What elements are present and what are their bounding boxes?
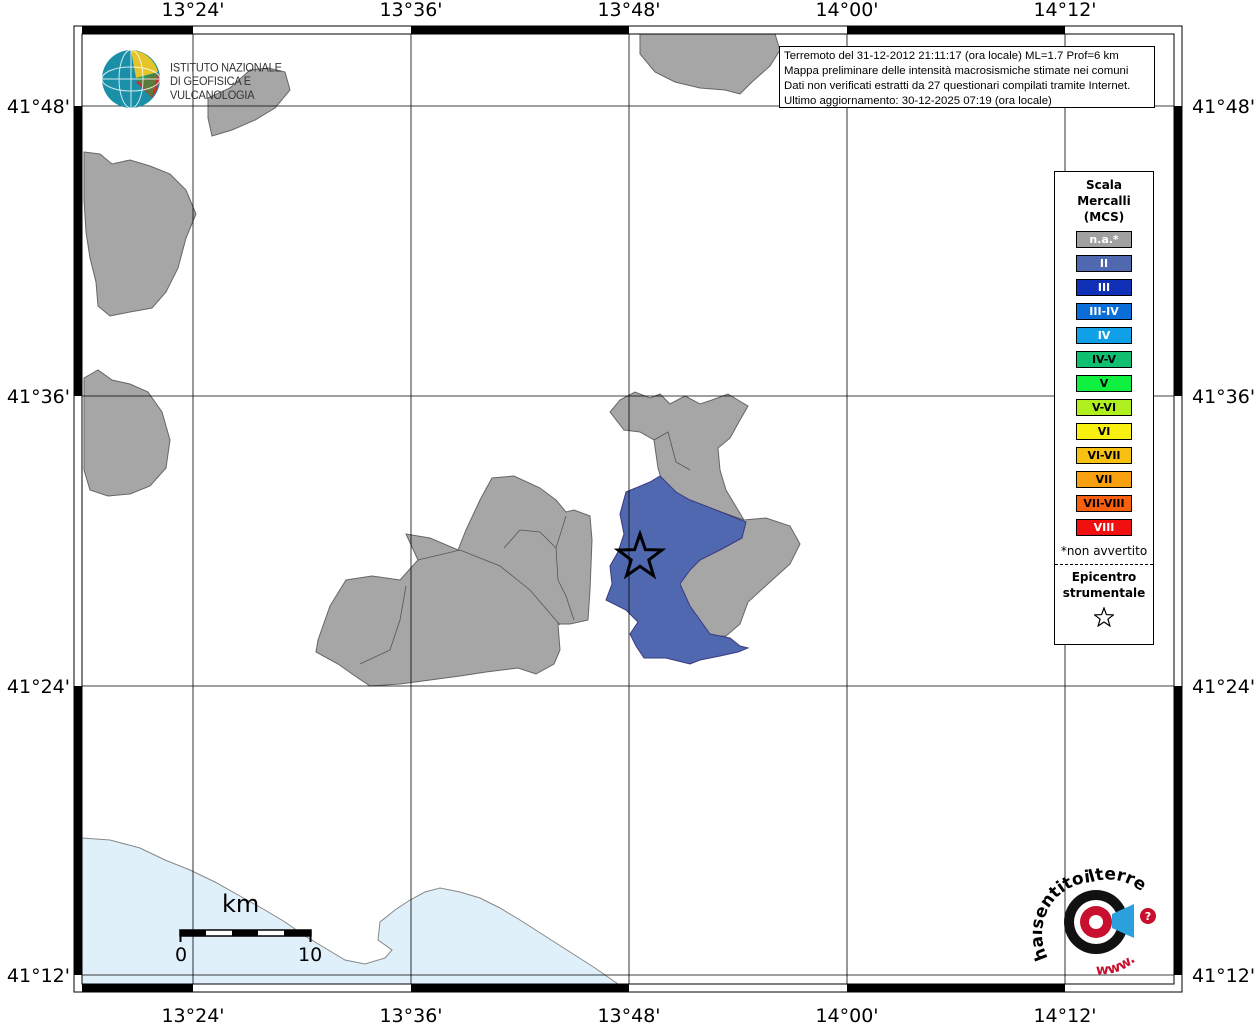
legend-swatch: III [1076, 279, 1132, 296]
legend-title-line: (MCS) [1083, 210, 1125, 224]
legend-title-line: Mercalli [1077, 194, 1131, 208]
legend-separator [1055, 564, 1153, 565]
scale-bar-start: 0 [175, 944, 188, 966]
legend-items: n.a.* II III III-IV IV IV-V V V-VI VI VI-VII VII VI… [1055, 231, 1153, 536]
top-lon-label: 13°36' [379, 0, 442, 21]
scale-bar-end: 10 [298, 944, 323, 966]
legend-swatch: VI-VII [1076, 447, 1132, 464]
event-info-line: Ultimo aggiornamento: 30-12-2025 07:19 (… [784, 95, 1052, 107]
scale-bar: km 0 10 [170, 890, 330, 970]
event-info-box: Terremoto del 31-12-2012 21:11:17 (ora l… [779, 46, 1155, 108]
right-lat-label: 41°36' [1192, 386, 1255, 408]
legend-swatch: IV [1076, 327, 1132, 344]
legend-epicentre-line: strumentale [1062, 586, 1146, 600]
legend-epicentre-label: Epicentro strumentale [1055, 569, 1153, 601]
svg-text:?: ? [1145, 910, 1151, 923]
bottom-lon-label: 14°12' [1033, 1005, 1096, 1024]
right-lat-label: 41°48' [1192, 96, 1255, 118]
scale-bar-unit: km [222, 890, 260, 918]
bottom-lon-label: 13°48' [597, 1005, 660, 1024]
top-lon-label: 14°12' [1033, 0, 1096, 21]
legend-swatch: V-VI [1076, 399, 1132, 416]
top-lon-label: 13°24' [161, 0, 224, 21]
ingv-line2: DI GEOFISICA E VULCANOLOGIA [170, 75, 255, 102]
legend-swatch: IV-V [1076, 351, 1132, 368]
right-lat-label: 41°12' [1192, 965, 1255, 987]
left-lat-label: 41°48' [7, 96, 70, 118]
legend-title: Scala Mercalli (MCS) [1055, 177, 1153, 225]
left-lat-label: 41°36' [7, 386, 70, 408]
mcs-legend: Scala Mercalli (MCS) n.a.* II III III-IV IV I… [1054, 171, 1154, 645]
legend-note: *non avvertito [1060, 544, 1148, 558]
legend-swatch: III-IV [1076, 303, 1132, 320]
bottom-lon-label: 13°36' [379, 1005, 442, 1024]
legend-swatch: VI [1076, 423, 1132, 440]
left-lat-label: 41°24' [7, 676, 70, 698]
haisentito-logo: haisentitoilterremoto.it www. ? [1023, 843, 1168, 978]
top-lon-label: 13°48' [597, 0, 660, 21]
globe-icon [101, 49, 161, 109]
legend-epicentre-line: Epicentro [1071, 570, 1137, 584]
bottom-lon-label: 13°24' [161, 1005, 224, 1024]
legend-title-line: Scala [1085, 178, 1123, 192]
legend-star-icon [1055, 606, 1153, 631]
right-lat-label: 41°24' [1192, 676, 1255, 698]
event-info-line: Dati non verificati estratti da 27 quest… [784, 80, 1131, 92]
haisentito-www: www. [1096, 951, 1139, 978]
event-info-line: Mappa preliminare delle intensità macros… [784, 65, 1129, 77]
legend-swatch: n.a.* [1076, 231, 1132, 248]
ingv-logo: ISTITUTO NAZIONALE DI GEOFISICA E VULCAN… [100, 48, 320, 110]
legend-swatch: V [1076, 375, 1132, 392]
legend-swatch: VIII [1076, 519, 1132, 536]
bottom-lon-label: 14°00' [815, 1005, 878, 1024]
left-lat-label: 41°12' [7, 965, 70, 987]
legend-swatch: VII [1076, 471, 1132, 488]
legend-swatch: VII-VIII [1076, 495, 1132, 512]
event-info-line: Terremoto del 31-12-2012 21:11:17 (ora l… [784, 50, 1119, 62]
top-lon-label: 14°00' [815, 0, 878, 21]
legend-swatch: II [1076, 255, 1132, 272]
ingv-line1: ISTITUTO NAZIONALE [170, 62, 282, 75]
